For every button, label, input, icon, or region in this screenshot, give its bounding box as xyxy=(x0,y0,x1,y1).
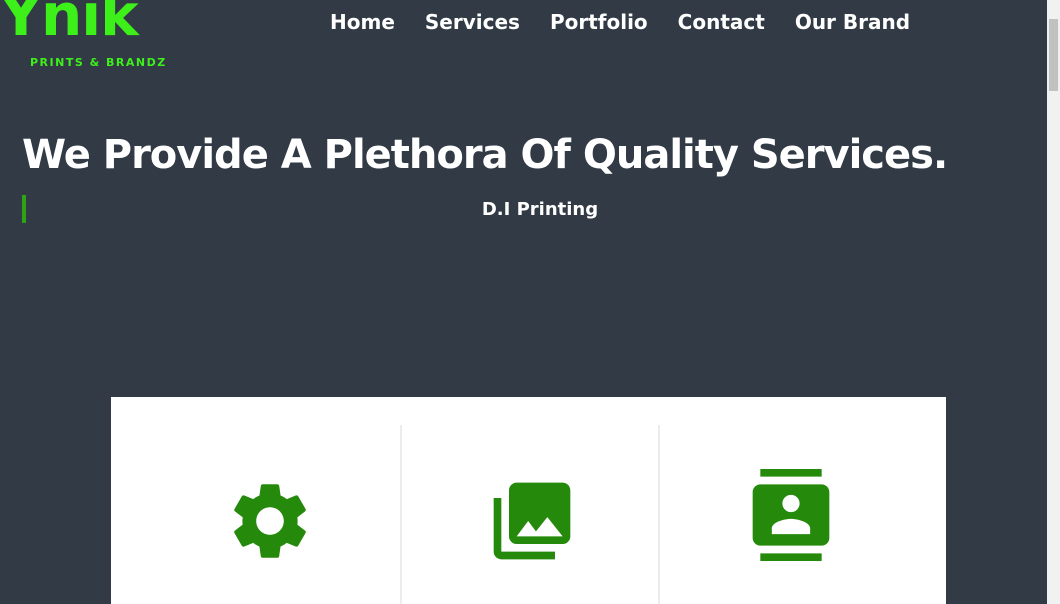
nav-item-contact[interactable]: Contact xyxy=(678,8,765,36)
photo-library-icon xyxy=(493,482,571,560)
logo[interactable]: Ynik PRINTS & BRANDZ xyxy=(0,0,172,74)
contact-card-icon xyxy=(752,469,830,561)
nav-item-home[interactable]: Home xyxy=(330,8,395,36)
logo-wordmark: Ynik xyxy=(0,0,139,49)
page: Ynik PRINTS & BRANDZ Home Services Portf… xyxy=(0,0,1060,604)
service-card[interactable] xyxy=(658,425,946,604)
scrollbar-thumb[interactable] xyxy=(1049,19,1058,91)
page-scrollbar[interactable] xyxy=(1047,0,1060,604)
logo-tagline: PRINTS & BRANDZ xyxy=(30,56,167,69)
hero-title: We Provide A Plethora Of Quality Service… xyxy=(22,132,948,178)
nav-item-our-brand[interactable]: Our Brand xyxy=(795,8,910,36)
gear-icon xyxy=(234,484,306,558)
hero-subtitle: D.I Printing xyxy=(481,199,599,220)
service-card[interactable] xyxy=(111,397,400,604)
main-nav: Home Services Portfolio Contact Our Bran… xyxy=(330,8,910,36)
service-card[interactable] xyxy=(400,425,658,604)
services-cards xyxy=(111,397,946,604)
nav-item-portfolio[interactable]: Portfolio xyxy=(550,8,648,36)
nav-item-services[interactable]: Services xyxy=(425,8,520,36)
